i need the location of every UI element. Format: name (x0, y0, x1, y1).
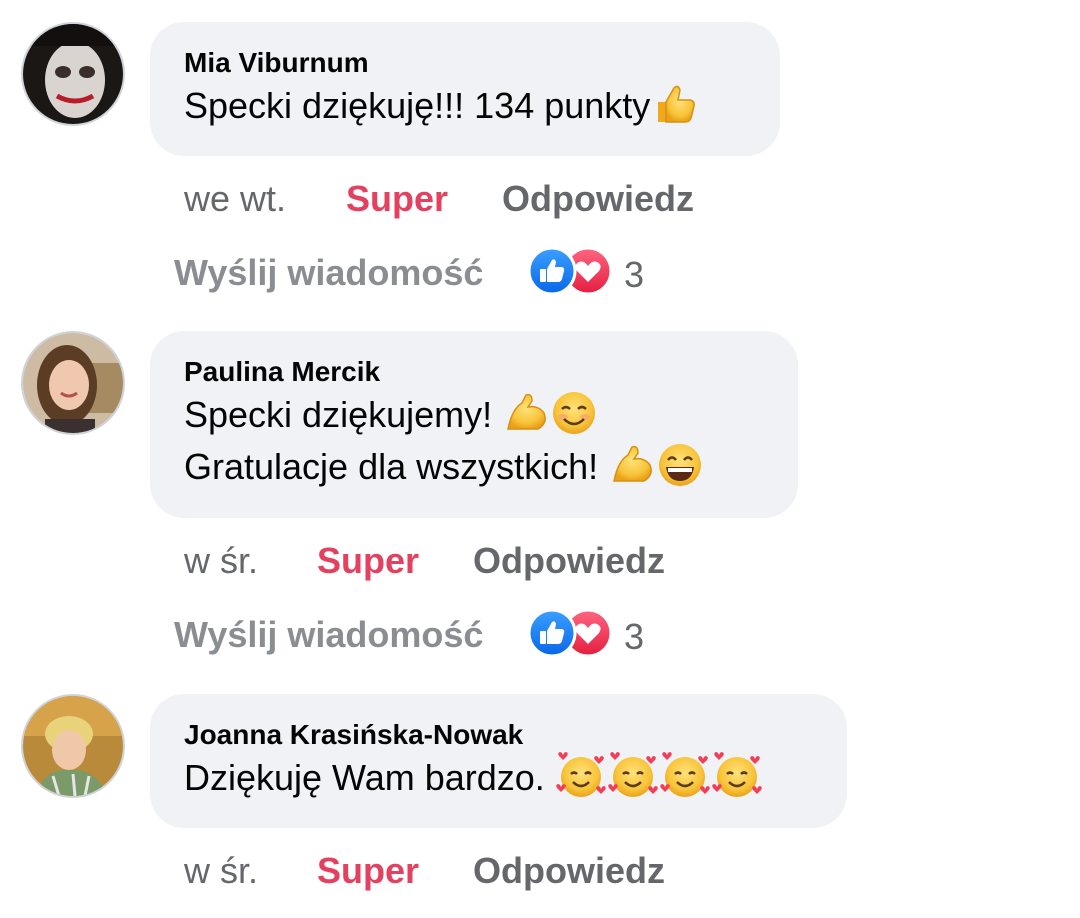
comment-bubble: Mia Viburnum Specki dziękuję!!! 134 punk… (150, 22, 780, 156)
like-button[interactable]: Super (346, 177, 448, 221)
flexed-biceps-emoji (502, 389, 550, 437)
avatar[interactable] (21, 694, 125, 798)
smiling-face-with-hearts-emoji (711, 752, 763, 800)
smiling-face-with-hearts-emoji (659, 752, 711, 800)
reactions-summary[interactable] (526, 608, 616, 658)
comment-text: Dziękuję Wam bardzo. (184, 752, 813, 804)
comment-bubble: Paulina Mercik Specki dziękujemy! Gratul… (150, 331, 798, 518)
comment-text-line: Specki dziękujemy! (184, 394, 503, 435)
comment-text: Specki dziękujemy! (184, 389, 764, 441)
comment-timestamp[interactable]: w śr. (184, 849, 258, 893)
reaction-count[interactable]: 3 (624, 615, 644, 659)
comment-timestamp[interactable]: we wt. (184, 177, 286, 221)
like-button[interactable]: Super (317, 539, 419, 583)
comment-author[interactable]: Mia Viburnum (184, 46, 746, 80)
like-icon (527, 246, 577, 296)
reply-button[interactable]: Odpowiedz (473, 849, 665, 893)
avatar[interactable] (21, 331, 125, 435)
smiling-face-with-hearts-emoji (555, 752, 607, 800)
comment-timestamp[interactable]: w śr. (184, 539, 258, 583)
like-icon (527, 608, 577, 658)
reactions-summary[interactable] (526, 246, 616, 296)
thumbs-up-emoji (650, 80, 698, 128)
comment-text: Specki dziękuję!!! 134 punkty (184, 80, 746, 132)
comment-author[interactable]: Joanna Krasińska-Nowak (184, 718, 813, 752)
reaction-count[interactable]: 3 (624, 253, 644, 297)
reply-button[interactable]: Odpowiedz (473, 539, 665, 583)
avatar-photo (23, 24, 123, 124)
smiling-face-emoji (550, 389, 598, 437)
grinning-face-emoji (656, 441, 704, 489)
comment-author[interactable]: Paulina Mercik (184, 355, 764, 389)
comment-text: Gratulacje dla wszystkich! (184, 441, 764, 493)
smiling-face-with-hearts-emoji (607, 752, 659, 800)
avatar-photo (23, 333, 123, 433)
comment-text-line: Dziękuję Wam bardzo. (184, 757, 555, 798)
comment-bubble: Joanna Krasińska-Nowak Dziękuję Wam bard… (150, 694, 847, 828)
flexed-biceps-emoji (608, 441, 656, 489)
comment-text-line: Specki dziękuję!!! 134 punkty (184, 85, 651, 126)
comment-text-line: Gratulacje dla wszystkich! (184, 446, 609, 487)
avatar-photo (23, 696, 123, 796)
like-button[interactable]: Super (317, 849, 419, 893)
reply-button[interactable]: Odpowiedz (502, 177, 694, 221)
send-message-button[interactable]: Wyślij wiadomość (174, 251, 483, 295)
send-message-button[interactable]: Wyślij wiadomość (174, 613, 483, 657)
avatar[interactable] (21, 22, 125, 126)
